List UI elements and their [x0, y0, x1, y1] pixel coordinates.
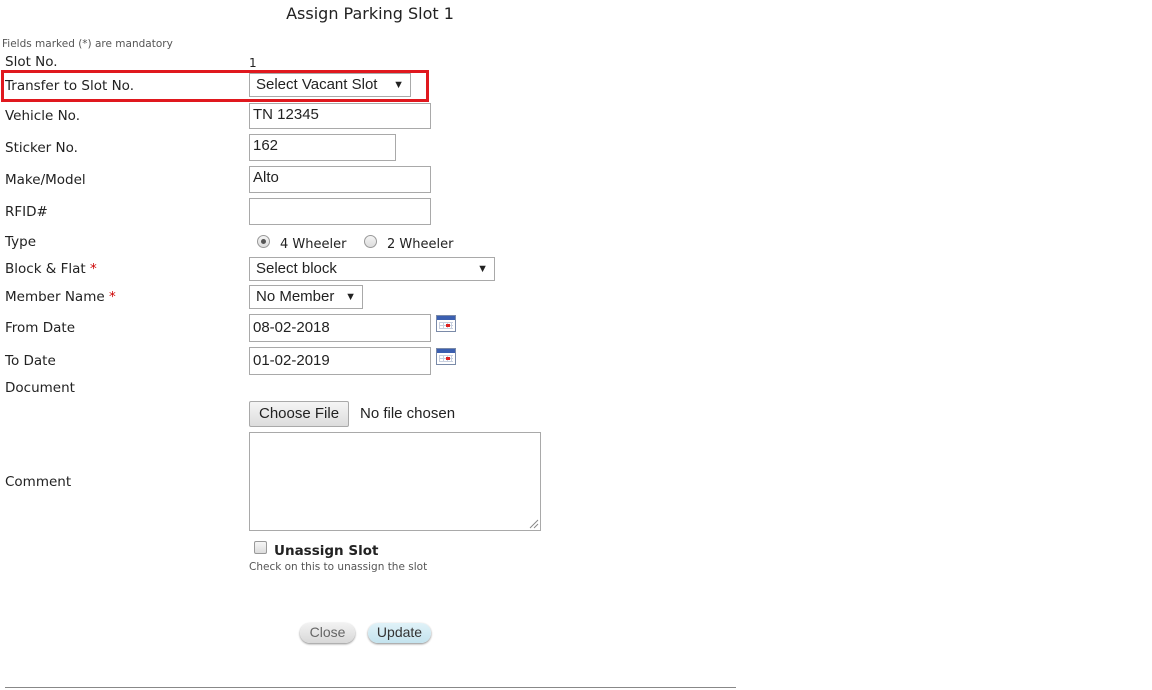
comment-label: Comment — [5, 474, 72, 490]
member-name-label: Member Name * — [5, 289, 116, 305]
file-status: No file chosen — [360, 405, 456, 422]
transfer-label: Transfer to Slot No. — [5, 78, 134, 94]
choose-file-button[interactable]: Choose File — [249, 401, 350, 427]
make-model-label: Make/Model — [5, 172, 86, 188]
slot-no-value: 1 — [249, 56, 257, 70]
type-label: Type — [5, 234, 37, 250]
block-flat-label: Block & Flat * — [5, 261, 97, 277]
type-4-wheeler-radio[interactable] — [257, 235, 270, 248]
calendar-icon[interactable] — [436, 348, 456, 365]
bottom-divider — [5, 687, 736, 688]
document-label: Document — [5, 380, 75, 396]
from-date-label: From Date — [5, 320, 76, 336]
to-date-input[interactable]: 01-02-2019 — [249, 347, 431, 375]
transfer-slot-selected: Select Vacant Slot — [256, 76, 378, 93]
resize-handle-icon[interactable] — [528, 518, 539, 529]
close-button[interactable]: Close — [300, 623, 355, 643]
mandatory-note: Fields marked (*) are mandatory — [2, 38, 173, 50]
member-name-select[interactable]: No Member ▼ — [249, 285, 363, 309]
calendar-icon[interactable] — [436, 315, 456, 332]
unassign-hint: Check on this to unassign the slot — [249, 561, 428, 573]
unassign-checkbox[interactable] — [254, 541, 267, 554]
rfid-label: RFID# — [5, 204, 48, 220]
block-flat-label-text: Block & Flat — [5, 261, 86, 277]
member-name-selected: No Member — [256, 288, 335, 305]
sticker-no-label: Sticker No. — [5, 140, 78, 156]
block-flat-selected: Select block — [256, 260, 337, 277]
rfid-input[interactable] — [249, 198, 431, 225]
required-mark: * — [90, 261, 97, 277]
member-name-label-text: Member Name — [5, 289, 105, 305]
sticker-no-input[interactable]: 162 — [249, 134, 396, 161]
chevron-down-icon: ▼ — [477, 263, 488, 275]
vehicle-no-label: Vehicle No. — [5, 108, 80, 124]
block-flat-select[interactable]: Select block ▼ — [249, 257, 495, 281]
type-2-wheeler-label: 2 Wheeler — [387, 237, 454, 252]
transfer-slot-select[interactable]: Select Vacant Slot ▼ — [249, 73, 411, 97]
unassign-label: Unassign Slot — [274, 543, 379, 559]
update-button[interactable]: Update — [368, 623, 431, 643]
slot-no-label: Slot No. — [5, 54, 58, 70]
type-4-wheeler-label: 4 Wheeler — [280, 237, 347, 252]
page-title: Assign Parking Slot 1 — [286, 4, 454, 23]
chevron-down-icon: ▼ — [393, 79, 404, 91]
comment-textarea[interactable] — [249, 432, 541, 531]
make-model-input[interactable]: Alto — [249, 166, 431, 193]
from-date-input[interactable]: 08-02-2018 — [249, 314, 431, 342]
type-2-wheeler-radio[interactable] — [364, 235, 377, 248]
required-mark: * — [108, 289, 116, 305]
vehicle-no-input[interactable]: TN 12345 — [249, 103, 431, 129]
chevron-down-icon: ▼ — [345, 291, 356, 303]
to-date-label: To Date — [5, 353, 56, 369]
